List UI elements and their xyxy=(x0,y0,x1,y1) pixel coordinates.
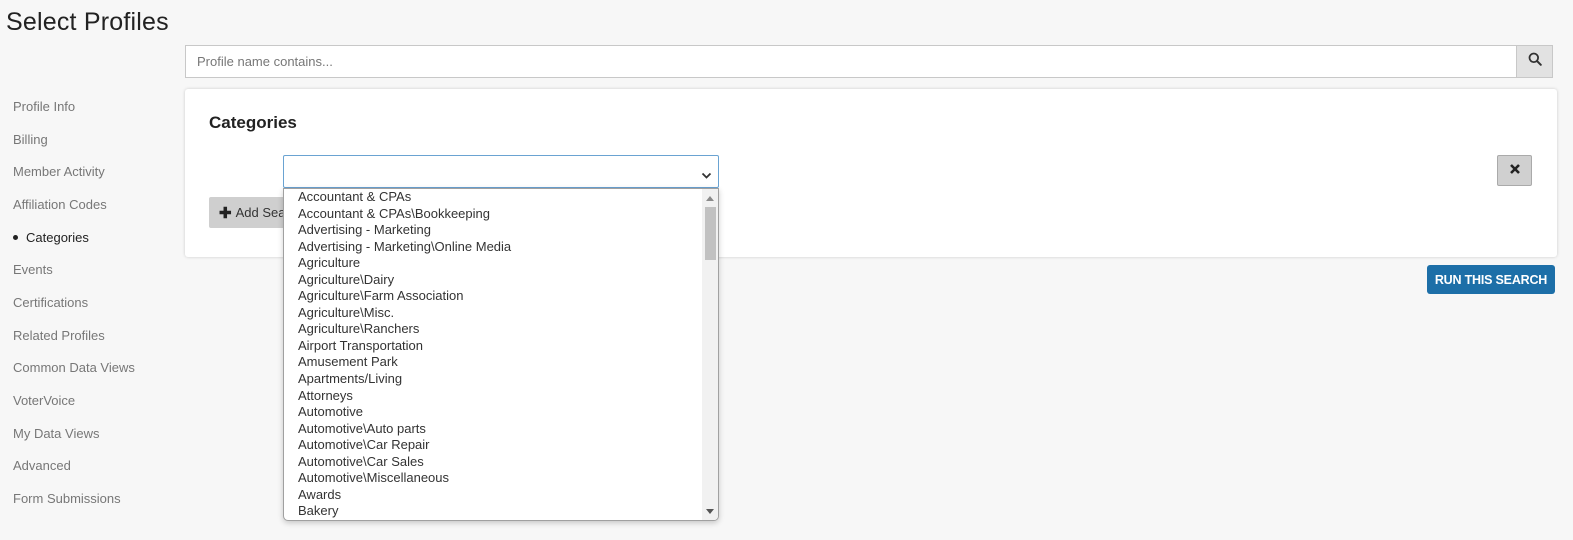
sidebar-item-votervoice[interactable]: VoterVoice xyxy=(13,384,173,417)
sidebar-item-label: VoterVoice xyxy=(13,393,76,409)
sidebar-item-certifications[interactable]: Certifications xyxy=(13,286,173,319)
dropdown-option[interactable]: Agriculture\Misc. xyxy=(284,305,702,322)
sidebar-item-label: Billing xyxy=(13,131,48,147)
dropdown-option[interactable]: Automotive xyxy=(284,404,702,421)
sidebar-item-label: Advanced xyxy=(13,458,71,474)
add-search-label: Add Search xyxy=(235,205,289,220)
dropdown-option[interactable]: Automotive\Miscellaneous xyxy=(284,470,702,487)
dropdown-option[interactable]: Agriculture\Farm Association xyxy=(284,288,702,305)
scroll-down-arrow-icon[interactable] xyxy=(702,505,718,517)
sidebar-item-label: Related Profiles xyxy=(13,327,105,343)
search-icon xyxy=(1528,52,1542,71)
add-search-button[interactable]: ✚ Add Search xyxy=(209,197,289,228)
sidebar-item-advanced[interactable]: Advanced xyxy=(13,450,173,483)
dropdown-option[interactable]: Bakery xyxy=(284,503,702,520)
dropdown-option[interactable]: Agriculture\Dairy xyxy=(284,272,702,289)
dropdown-option[interactable]: Agriculture xyxy=(284,255,702,272)
category-select[interactable] xyxy=(283,155,719,188)
sidebar-item-form-submissions[interactable]: Form Submissions xyxy=(13,482,173,515)
scroll-up-arrow-icon[interactable] xyxy=(702,192,718,204)
sidebar-item-label: Events xyxy=(13,262,53,278)
run-search-button[interactable]: RUN THIS SEARCH xyxy=(1427,265,1555,294)
active-bullet-icon xyxy=(13,234,18,240)
dropdown-option[interactable]: Apartments/Living xyxy=(284,371,702,388)
sidebar-item-categories[interactable]: Categories xyxy=(13,221,173,254)
sidebar-item-label: Certifications xyxy=(13,294,89,310)
category-dropdown-list: Accountant & CPAs Accountant & CPAs\Book… xyxy=(283,188,719,521)
sidebar-item-label: Common Data Views xyxy=(13,360,135,376)
sidebar-item-my-data-views[interactable]: My Data Views xyxy=(13,417,173,450)
sidebar-item-affiliation-codes[interactable]: Affiliation Codes xyxy=(13,188,173,221)
sidebar-item-label: Categories xyxy=(26,229,89,245)
remove-criteria-button[interactable] xyxy=(1497,155,1532,186)
sidebar-item-label: Form Submissions xyxy=(13,491,121,507)
dropdown-option[interactable]: Advertising - Marketing\Online Media xyxy=(284,239,702,256)
dropdown-option[interactable]: Automotive\Auto parts xyxy=(284,421,702,438)
chevron-down-icon xyxy=(701,167,712,185)
sidebar-item-label: My Data Views xyxy=(13,425,100,441)
sidebar-nav: Profile Info Billing Member Activity Aff… xyxy=(13,90,173,515)
sidebar-item-related-profiles[interactable]: Related Profiles xyxy=(13,319,173,352)
dropdown-scrollbar[interactable] xyxy=(702,189,718,520)
page-title: Select Profiles xyxy=(6,8,169,36)
dropdown-option[interactable]: Accountant & CPAs\Bookkeeping xyxy=(284,206,702,223)
sidebar-item-label: Affiliation Codes xyxy=(13,196,107,212)
dropdown-option[interactable]: Automotive\Car Sales xyxy=(284,454,702,471)
dropdown-option[interactable]: Accountant & CPAs xyxy=(284,189,702,206)
dropdown-option[interactable]: Attorneys xyxy=(284,388,702,405)
scrollbar-thumb[interactable] xyxy=(705,207,716,260)
sidebar-item-common-data-views[interactable]: Common Data Views xyxy=(13,352,173,385)
search-input[interactable] xyxy=(186,46,1518,77)
dropdown-option[interactable]: Agriculture\Ranchers xyxy=(284,321,702,338)
dropdown-option[interactable]: Airport Transportation xyxy=(284,338,702,355)
sidebar-item-label: Profile Info xyxy=(13,98,76,114)
card-title: Categories xyxy=(209,113,297,132)
sidebar-item-label: Member Activity xyxy=(13,164,105,180)
sidebar-item-events[interactable]: Events xyxy=(13,253,173,286)
sidebar-item-member-activity[interactable]: Member Activity xyxy=(13,155,173,188)
close-icon xyxy=(1509,162,1521,180)
profile-search-bar xyxy=(185,45,1553,78)
dropdown-option[interactable]: Awards xyxy=(284,487,702,504)
dropdown-option[interactable]: Amusement Park xyxy=(284,354,702,371)
plus-icon: ✚ xyxy=(219,204,232,222)
sidebar-item-profile-info[interactable]: Profile Info xyxy=(13,90,173,123)
dropdown-option[interactable]: Automotive\Car Repair xyxy=(284,437,702,454)
search-button[interactable] xyxy=(1516,46,1552,77)
dropdown-option[interactable]: Advertising - Marketing xyxy=(284,222,702,239)
sidebar-item-billing[interactable]: Billing xyxy=(13,123,173,156)
